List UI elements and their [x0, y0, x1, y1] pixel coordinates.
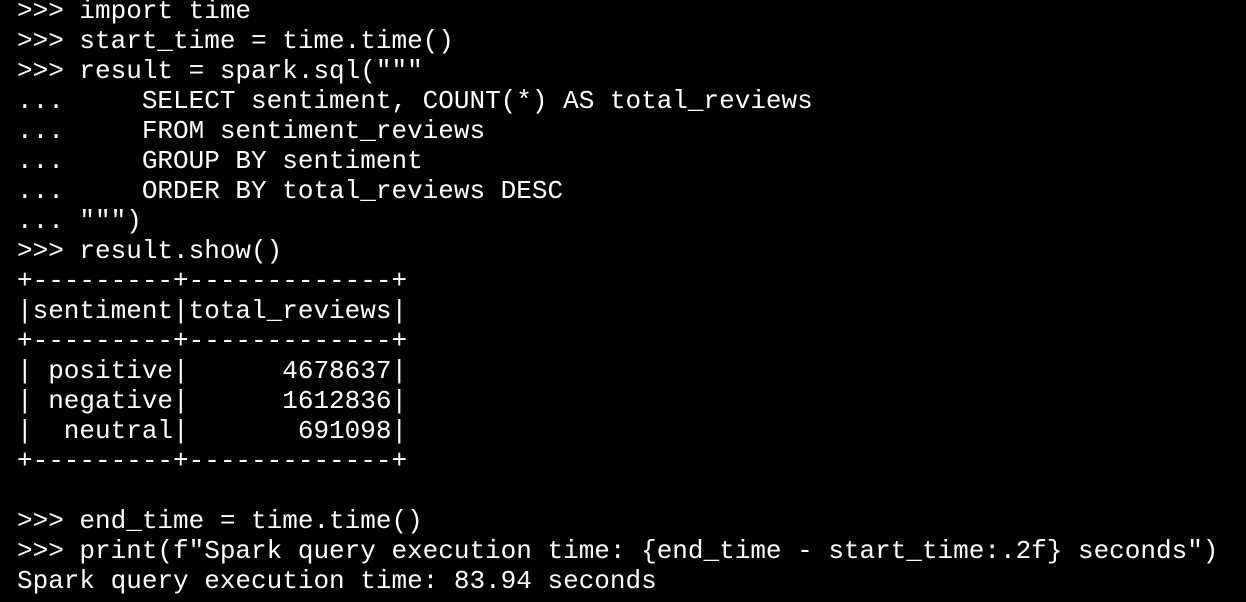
terminal-line: >>> start_time = time.time() [17, 26, 454, 56]
terminal-line: >>> print(f"Spark query execution time: … [17, 536, 1219, 566]
terminal-line: ... FROM sentiment_reviews [17, 116, 486, 146]
table-header: |sentiment|total_reviews| [17, 296, 408, 326]
terminal-prompt: >>> [17, 596, 79, 602]
table-row: | neutral| 691098| [17, 416, 408, 446]
terminal-line: >>> import time [17, 0, 252, 26]
table-row: | positive| 4678637| [17, 356, 408, 386]
terminal-line: ... """) [17, 206, 142, 236]
terminal-input-line[interactable]: >>> [17, 596, 1246, 602]
table-row: | negative| 1612836| [17, 386, 408, 416]
table-border: +---------+-------------+ [17, 266, 408, 296]
table-border: +---------+-------------+ [17, 326, 408, 356]
terminal-line: ... GROUP BY sentiment [17, 146, 423, 176]
table-border: +---------+-------------+ [17, 446, 408, 476]
terminal-line: ... ORDER BY total_reviews DESC [17, 176, 564, 206]
terminal-line: >>> result.show() [17, 236, 283, 266]
terminal-window[interactable]: >>> import time >>> start_time = time.ti… [0, 0, 1246, 602]
terminal-output-line: Spark query execution time: 83.94 second… [17, 566, 657, 596]
terminal-line: >>> end_time = time.time() [17, 506, 423, 536]
terminal-line: >>> result = spark.sql(""" [17, 56, 423, 86]
terminal-line: ... SELECT sentiment, COUNT(*) AS total_… [17, 86, 813, 116]
